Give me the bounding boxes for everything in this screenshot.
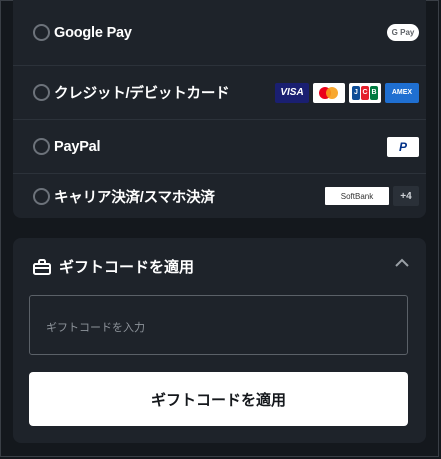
amex-logo: AMEX [385, 82, 419, 103]
payment-option-credit-card[interactable]: クレジット/デビットカード VISA J C B AMEX [13, 66, 426, 120]
payment-logos: P [387, 136, 419, 157]
mastercard-yellow-circle [326, 86, 338, 99]
softbank-logo: SoftBank [325, 187, 389, 205]
gift-code-input[interactable] [29, 295, 408, 355]
payment-option-google-pay[interactable]: Google Pay G Pay [13, 0, 426, 66]
jcb-logo: J C B [349, 82, 381, 103]
payment-option-paypal[interactable]: PayPal P [13, 120, 426, 174]
google-pay-logo: G Pay [387, 24, 419, 41]
radio-button[interactable] [33, 187, 50, 205]
jcb-b: B [370, 85, 378, 100]
payment-option-label: Google Pay [54, 24, 132, 41]
more-carriers-badge: +4 [393, 186, 419, 206]
gift-code-panel: ギフトコードを適用 ギフトコードを適用 [13, 238, 426, 443]
jcb-c: C [361, 85, 369, 100]
payment-option-label: クレジット/デビットカード [54, 86, 230, 102]
payment-methods-panel: Google Pay G Pay クレジット/デビットカード VISA J C … [13, 0, 426, 218]
payment-logos: SoftBank +4 [325, 186, 419, 206]
payment-logos: VISA J C B AMEX [275, 82, 419, 103]
payment-option-label: キャリア決済/スマホ決済 [54, 189, 215, 206]
jcb-j: J [352, 85, 360, 100]
paypal-logo: P [387, 136, 419, 157]
payment-option-label: PayPal [54, 138, 101, 155]
payment-logos: G Pay [387, 24, 419, 41]
radio-button[interactable] [33, 138, 50, 155]
gift-code-title: ギフトコードを適用 [59, 259, 195, 276]
payment-option-carrier-billing[interactable]: キャリア決済/スマホ決済 SoftBank +4 [13, 174, 426, 218]
visa-logo: VISA [275, 82, 309, 103]
radio-button[interactable] [33, 84, 50, 101]
apply-gift-code-button[interactable]: ギフトコードを適用 [29, 372, 408, 426]
chevron-up-icon[interactable] [394, 256, 410, 270]
gift-code-header[interactable]: ギフトコードを適用 [33, 256, 194, 277]
gift-box-icon [33, 258, 51, 275]
mastercard-logo [313, 82, 345, 103]
radio-button[interactable] [33, 24, 50, 41]
